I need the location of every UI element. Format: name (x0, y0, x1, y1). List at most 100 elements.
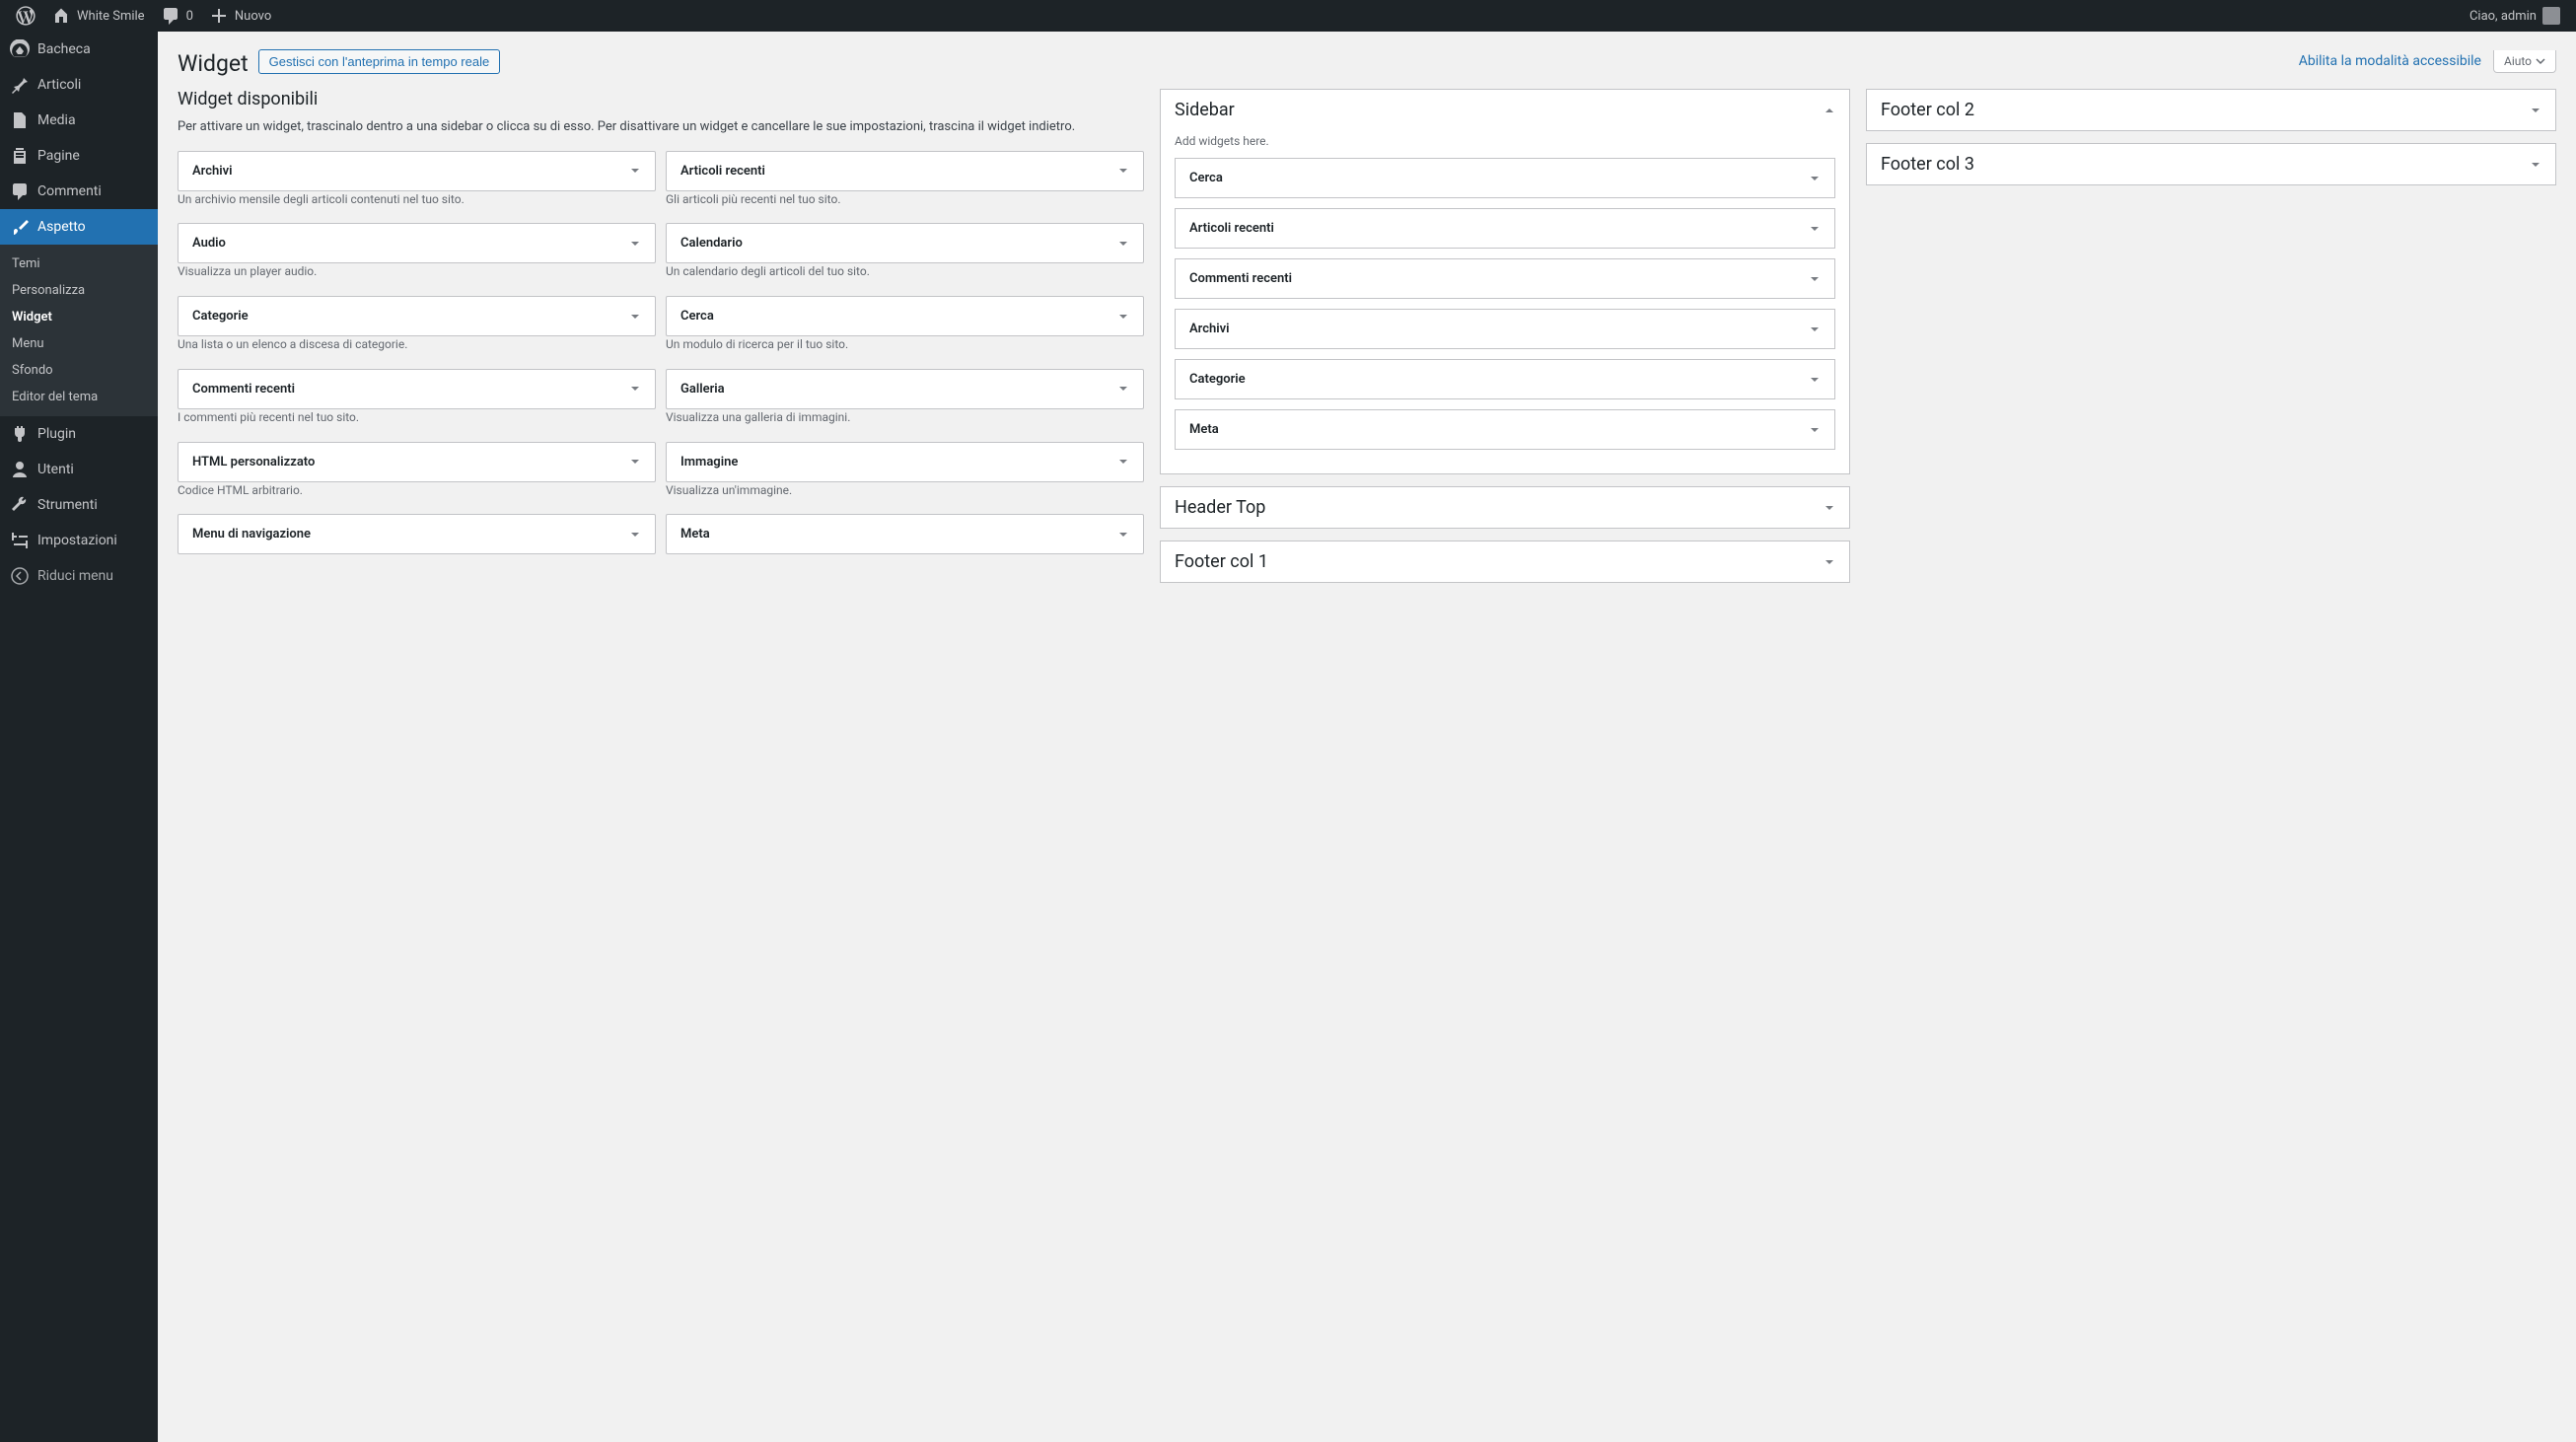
placed-widget-name: Articoli recenti (1189, 221, 1274, 236)
dashboard-icon (10, 39, 30, 59)
widget-area-title: Footer col 3 (1881, 154, 1974, 175)
user-greeting[interactable]: Ciao, admin (2462, 0, 2568, 32)
new-link[interactable]: Nuovo (201, 0, 279, 32)
user-icon (10, 460, 30, 479)
submenu-background[interactable]: Sfondo (0, 357, 158, 384)
available-widget[interactable]: Galleria (666, 369, 1144, 409)
placed-widget[interactable]: Articoli recenti (1175, 208, 1835, 249)
page-title: Widget (178, 41, 249, 81)
enable-accessibility-link[interactable]: Abilita la modalità accessibile (2299, 53, 2481, 69)
collapse-icon (10, 566, 30, 586)
menu-tools[interactable]: Strumenti (0, 487, 158, 523)
chevron-down-icon (1809, 273, 1821, 285)
available-desc: Per attivare un widget, trascinalo dentr… (178, 117, 1144, 137)
submenu-themes[interactable]: Temi (0, 251, 158, 277)
available-widget[interactable]: Audio (178, 223, 656, 263)
media-icon (10, 110, 30, 130)
site-link[interactable]: White Smile (43, 0, 153, 32)
comment-icon (10, 181, 30, 201)
available-title: Widget disponibili (178, 89, 1144, 109)
chevron-down-icon (1117, 383, 1129, 395)
widget-desc: Visualizza un player audio. (178, 263, 656, 280)
menu-comments[interactable]: Commenti (0, 174, 158, 209)
widget-area-header[interactable]: Sidebar (1161, 90, 1849, 130)
menu-posts[interactable]: Articoli (0, 67, 158, 103)
plus-icon (209, 6, 229, 26)
submenu-customize[interactable]: Personalizza (0, 277, 158, 304)
menu-pages[interactable]: Pagine (0, 138, 158, 174)
widget-desc: I commenti più recenti nel tuo sito. (178, 409, 656, 426)
widget-name: Articoli recenti (680, 164, 765, 179)
menu-collapse[interactable]: Riduci menu (0, 558, 158, 594)
content-area: Widget Gestisci con l'anteprima in tempo… (158, 32, 2576, 1442)
sliders-icon (10, 531, 30, 550)
placed-widget[interactable]: Cerca (1175, 158, 1835, 198)
menu-users[interactable]: Utenti (0, 452, 158, 487)
placed-widget[interactable]: Meta (1175, 409, 1835, 450)
widget-desc: Gli articoli più recenti nel tuo sito. (666, 191, 1144, 208)
widget-area-header[interactable]: Footer col 1 (1161, 541, 1849, 582)
available-widget[interactable]: Menu di navigazione (178, 514, 656, 554)
widget-area: Footer col 3 (1866, 143, 2556, 185)
manage-preview-button[interactable]: Gestisci con l'anteprima in tempo reale (258, 49, 501, 74)
wrench-icon (10, 495, 30, 515)
available-widget[interactable]: HTML personalizzato (178, 442, 656, 482)
menu-settings[interactable]: Impostazioni (0, 523, 158, 558)
help-tab[interactable]: Aiuto (2493, 50, 2556, 73)
chevron-down-icon (1117, 529, 1129, 541)
widget-name: Immagine (680, 455, 738, 469)
widget-desc: Un calendario degli articoli del tuo sit… (666, 263, 1144, 280)
widget-desc: Un archivio mensile degli articoli conte… (178, 191, 656, 208)
widget-name: Archivi (192, 164, 233, 179)
wp-logo[interactable] (8, 0, 43, 32)
submenu-menus[interactable]: Menu (0, 330, 158, 357)
home-icon (51, 6, 71, 26)
placed-widget[interactable]: Commenti recenti (1175, 258, 1835, 299)
chevron-down-icon (1809, 173, 1821, 184)
widget-area-header[interactable]: Footer col 2 (1867, 90, 2555, 130)
submenu-editor[interactable]: Editor del tema (0, 384, 158, 410)
available-widget[interactable]: Cerca (666, 296, 1144, 336)
available-widget[interactable]: Categorie (178, 296, 656, 336)
widget-area-desc: Add widgets here. (1175, 134, 1835, 148)
widget-name: Audio (192, 236, 226, 251)
available-widget[interactable]: Commenti recenti (178, 369, 656, 409)
widget-area-title: Footer col 2 (1881, 100, 1974, 120)
menu-plugins[interactable]: Plugin (0, 416, 158, 452)
admin-menu: Bacheca Articoli Media Pagine Commenti A… (0, 32, 158, 1442)
chevron-up-icon (1824, 105, 1835, 116)
chevron-down-icon (1809, 424, 1821, 436)
submenu-widgets[interactable]: Widget (0, 304, 158, 330)
comment-icon (161, 6, 180, 26)
widget-area: Header Top (1160, 486, 1850, 529)
menu-dashboard[interactable]: Bacheca (0, 32, 158, 67)
avatar (2542, 7, 2560, 25)
widget-area: Footer col 1 (1160, 541, 1850, 583)
widget-name: Galleria (680, 382, 725, 397)
available-widget[interactable]: Articoli recenti (666, 151, 1144, 191)
available-widget[interactable]: Immagine (666, 442, 1144, 482)
available-widget[interactable]: Meta (666, 514, 1144, 554)
placed-widget[interactable]: Archivi (1175, 309, 1835, 349)
chevron-down-icon (629, 456, 641, 468)
available-widget[interactable]: Calendario (666, 223, 1144, 263)
placed-widget[interactable]: Categorie (1175, 359, 1835, 399)
new-label: Nuovo (235, 9, 271, 24)
widget-desc: Visualizza una galleria di immagini. (666, 409, 1144, 426)
site-name: White Smile (77, 9, 145, 24)
widget-area-header[interactable]: Footer col 3 (1867, 144, 2555, 184)
widget-area-title: Sidebar (1175, 100, 1235, 120)
available-widget[interactable]: Archivi (178, 151, 656, 191)
placed-widget-name: Cerca (1189, 171, 1223, 185)
chevron-down-icon (1117, 311, 1129, 323)
menu-media[interactable]: Media (0, 103, 158, 138)
menu-appearance[interactable]: Aspetto (0, 209, 158, 245)
comments-count: 0 (186, 9, 193, 24)
widget-name: Categorie (192, 309, 249, 324)
comments-link[interactable]: 0 (153, 0, 201, 32)
chevron-down-icon (2536, 56, 2545, 66)
greeting-text: Ciao, admin (2469, 9, 2537, 24)
wordpress-icon (16, 6, 36, 26)
widget-area-header[interactable]: Header Top (1161, 487, 1849, 528)
chevron-down-icon (1824, 502, 1835, 514)
